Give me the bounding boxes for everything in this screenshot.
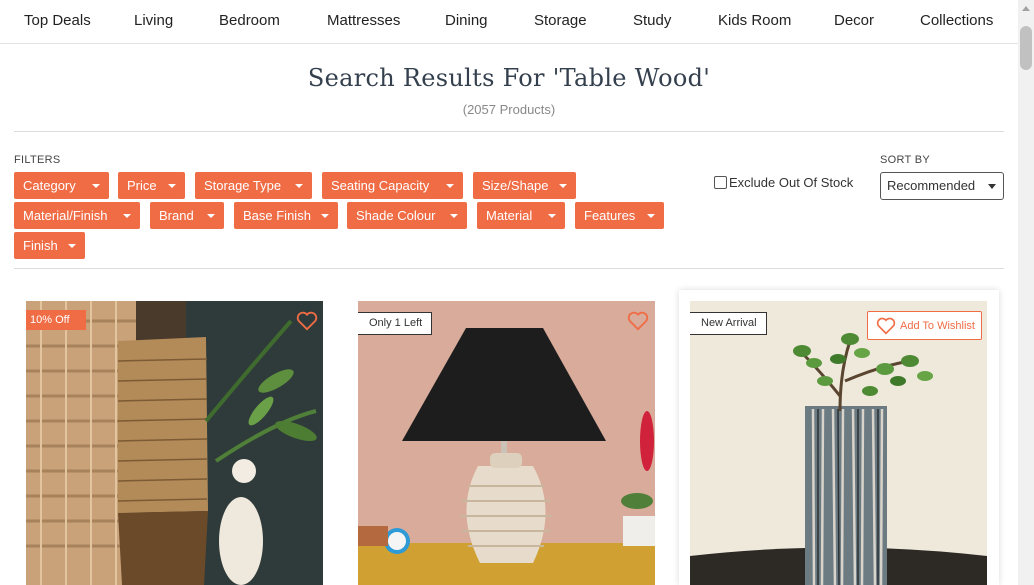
chevron-down-icon — [559, 184, 567, 188]
filter-chip-finish[interactable]: Finish — [14, 232, 85, 259]
chip-label: Base Finish — [243, 208, 311, 223]
chip-label: Size/Shape — [482, 178, 549, 193]
heart-icon[interactable] — [296, 311, 318, 331]
chevron-down-icon — [123, 214, 131, 218]
chevron-down-icon — [988, 184, 996, 189]
chevron-down-icon — [295, 184, 303, 188]
nav-item-collections[interactable]: Collections — [920, 12, 993, 29]
product-card[interactable]: 10% Off — [26, 301, 323, 585]
chip-label: Material — [486, 208, 533, 223]
filter-chip-brand[interactable]: Brand — [150, 202, 224, 229]
filter-chip-features[interactable]: Features — [575, 202, 664, 229]
chevron-down-icon — [647, 214, 655, 218]
nav-item-kids-room[interactable]: Kids Room — [718, 12, 791, 29]
chevron-down-icon — [548, 214, 556, 218]
chip-label: Finish — [23, 238, 58, 253]
filter-chip-storage-type[interactable]: Storage Type — [195, 172, 312, 199]
chip-label: Price — [127, 178, 157, 193]
page-scrollbar[interactable] — [1018, 0, 1034, 585]
add-to-wishlist-label: Add To Wishlist — [900, 319, 975, 332]
chevron-down-icon — [321, 214, 329, 218]
scrollbar-thumb[interactable] — [1020, 26, 1032, 70]
heart-icon[interactable] — [627, 311, 649, 331]
exclude-out-of-stock[interactable]: Exclude Out Of Stock — [714, 175, 853, 190]
chevron-down-icon — [450, 214, 458, 218]
exclude-out-of-stock-checkbox[interactable] — [714, 176, 727, 189]
chip-label: Category — [23, 178, 76, 193]
divider — [14, 131, 1004, 132]
scroll-up-arrow-icon[interactable] — [1022, 6, 1030, 11]
chip-label: Material/Finish — [23, 208, 108, 223]
product-card[interactable]: New Arrival Add To Wishlist — [690, 301, 987, 585]
product-card[interactable]: Only 1 Left — [358, 301, 655, 585]
chevron-down-icon — [446, 184, 454, 188]
add-to-wishlist-button[interactable]: Add To Wishlist — [867, 311, 982, 340]
chevron-down-icon — [168, 184, 176, 188]
product-image[interactable] — [358, 301, 655, 585]
sort-by-select[interactable]: Recommended — [880, 172, 1004, 200]
new-arrival-badge: New Arrival — [690, 312, 767, 335]
stock-badge: Only 1 Left — [358, 312, 433, 335]
product-count: (2057 Products) — [462, 102, 556, 117]
nav-item-dining[interactable]: Dining — [445, 12, 488, 29]
product-image[interactable] — [26, 301, 323, 585]
chevron-down-icon — [207, 214, 215, 218]
nav-item-living[interactable]: Living — [134, 12, 173, 29]
chip-label: Features — [584, 208, 636, 223]
nav-item-storage[interactable]: Storage — [534, 12, 587, 29]
chip-label: Storage Type — [204, 178, 282, 193]
nav-item-top-deals[interactable]: Top Deals — [24, 12, 91, 29]
nav-item-study[interactable]: Study — [633, 12, 671, 29]
page-title: Search Results For 'Table Wood' — [307, 64, 711, 92]
chip-label: Seating Capacity — [331, 178, 430, 193]
nav-item-bedroom[interactable]: Bedroom — [219, 12, 280, 29]
discount-badge: 10% Off — [26, 310, 86, 330]
product-image[interactable] — [690, 301, 987, 585]
divider — [14, 268, 1004, 269]
filter-chip-material[interactable]: Material — [477, 202, 565, 229]
filter-chip-base-finish[interactable]: Base Finish — [234, 202, 338, 229]
filters-label: FILTERS — [14, 154, 61, 166]
chevron-down-icon — [92, 184, 100, 188]
exclude-out-of-stock-label: Exclude Out Of Stock — [729, 175, 854, 190]
filter-chip-seating-capacity[interactable]: Seating Capacity — [322, 172, 463, 199]
filter-chip-material-finish[interactable]: Material/Finish — [14, 202, 140, 229]
chevron-down-icon — [68, 244, 76, 248]
nav-item-decor[interactable]: Decor — [834, 12, 874, 29]
filter-chip-category[interactable]: Category — [14, 172, 109, 199]
top-navigation: Top Deals Living Bedroom Mattresses Dini… — [0, 0, 1018, 44]
filter-chip-shade-colour[interactable]: Shade Colour — [347, 202, 467, 229]
heart-icon — [876, 317, 896, 335]
nav-item-mattresses[interactable]: Mattresses — [327, 12, 400, 29]
chip-label: Brand — [159, 208, 194, 223]
chip-label: Shade Colour — [356, 208, 436, 223]
sort-by-label: SORT BY — [880, 154, 930, 166]
filter-chip-size-shape[interactable]: Size/Shape — [473, 172, 576, 199]
sort-by-selected-value: Recommended — [887, 178, 976, 193]
filter-chip-price[interactable]: Price — [118, 172, 185, 199]
